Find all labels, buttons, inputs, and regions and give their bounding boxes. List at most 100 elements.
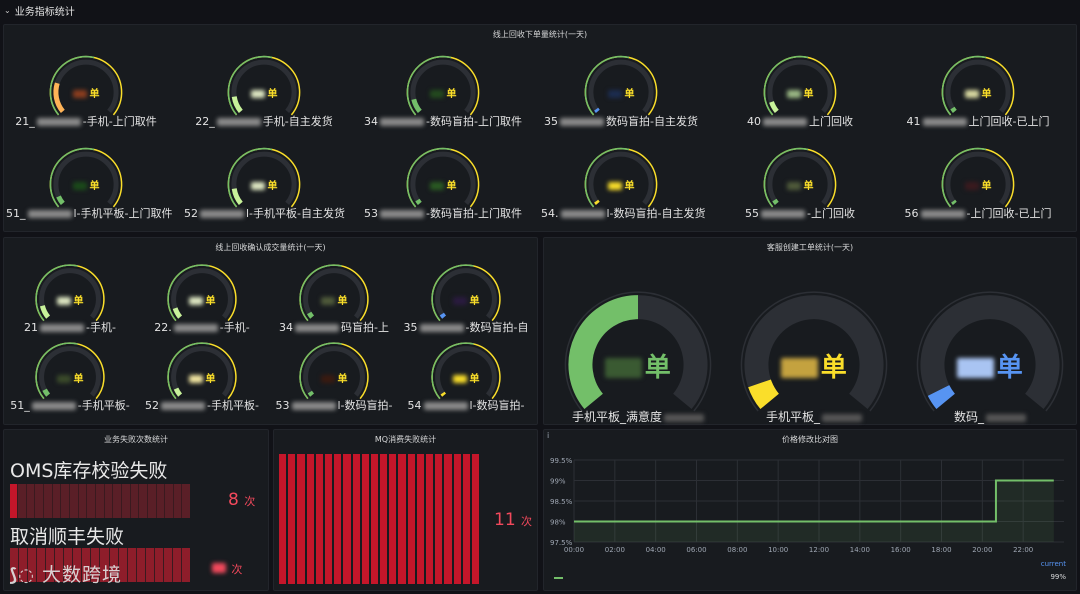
gauge: 单 51_ -手机平板-	[10, 336, 130, 412]
gauge-value: 单	[428, 292, 504, 307]
x-tick-label: 04:00	[646, 546, 666, 554]
redacted-value	[72, 90, 87, 99]
gauge-label: 41 上门回收-已上门	[906, 115, 1050, 128]
gauge-value: 单	[554, 347, 722, 384]
y-tick-label: 99.5%	[550, 457, 573, 465]
x-tick-label: 00:00	[564, 546, 584, 554]
gauge-value: 单	[224, 85, 304, 100]
redacted-value	[188, 375, 203, 384]
x-tick-label: 14:00	[850, 546, 870, 554]
mq-bar-segment	[435, 454, 443, 584]
x-tick-label: 02:00	[605, 546, 625, 554]
panel-mq: MQ消费失败统计 11 次	[273, 429, 538, 591]
gauge-unit: 单	[820, 352, 847, 383]
row-header[interactable]: ⌄ 业务指标统计	[0, 0, 1080, 20]
panel-price-chart: i 价格修改比对图 99.5% 99% 98.5% 98% 97.5% 00:00 02:0…	[543, 429, 1077, 591]
gauge: 单 34 -数码盲拍-上门取件	[364, 49, 522, 129]
legend-header: current	[1040, 560, 1066, 568]
gauge: 单数码_	[906, 274, 1074, 442]
row-title: 业务指标统计	[14, 6, 75, 18]
x-tick-label: 10:00	[768, 546, 788, 554]
gauge: 单 41 上门回收-已上门	[907, 49, 1049, 129]
mq-bar-segment	[462, 454, 470, 584]
redacted-value	[786, 182, 801, 191]
gauge-label: 55 -上门回收	[745, 207, 855, 220]
y-tick-label: 99%	[550, 478, 566, 486]
panel-tickets: 客服创建工单统计(一天) 单手机平板_满意度单手机平板_ 单数码_	[543, 237, 1077, 425]
panel-title[interactable]: 客服创建工单统计(一天)	[544, 242, 1076, 253]
gauge: 单 52 l-手机平板-自主发货	[184, 141, 345, 221]
gauge-value: 单	[403, 177, 483, 192]
mq-bar-segment	[370, 454, 379, 584]
gauge-value: 单	[46, 85, 126, 100]
gauge: 单 53 l-数码盲拍-	[276, 336, 393, 412]
legend-value: 99%	[1050, 573, 1066, 581]
gauge-value: 单	[296, 292, 372, 307]
panel-title[interactable]: 业务失败次数统计	[4, 434, 268, 445]
panel-title[interactable]: 线上回收确认成交量统计(一天)	[4, 242, 537, 253]
mq-bar-segment	[453, 454, 461, 584]
gauge-value: 单	[730, 347, 898, 384]
gauge: 单 55 -上门回收	[745, 141, 855, 221]
redacted-value	[72, 182, 87, 191]
mq-bar-segment	[324, 454, 333, 584]
gauge-unit: 单	[803, 89, 814, 101]
gauge: 单 21_ -手机-上门取件	[15, 49, 157, 129]
x-tick-label: 22:00	[1013, 546, 1033, 554]
gauge-value: 单	[224, 177, 304, 192]
gauge-unit: 单	[981, 181, 992, 193]
gauge-unit: 单	[624, 89, 635, 101]
redacted-value	[607, 182, 622, 191]
redacted-value	[957, 357, 994, 379]
gauge-label: 51_ l-手机平板-上门取件	[6, 207, 173, 220]
panel-title[interactable]: 线上回收下单量统计(一天)	[4, 29, 1076, 40]
mq-bar-segment	[471, 454, 480, 584]
gauge-unit: 单	[205, 374, 216, 386]
x-tick-label: 18:00	[931, 546, 951, 554]
gauge-label: 40 上门回收	[747, 115, 853, 128]
gauge-unit: 单	[981, 89, 992, 101]
gauge-value: 单	[938, 85, 1018, 100]
gauge-unit: 单	[73, 374, 84, 386]
mq-bar-segment	[380, 454, 388, 584]
watermark-logo: ⟆◌ 大数跨境	[9, 564, 122, 586]
gauge-label: 35 数码盲拍-自主发货	[544, 115, 698, 128]
logo-icon: ⟆◌	[9, 565, 35, 586]
chevron-down-icon[interactable]: ⌄	[4, 6, 11, 15]
gauge-label: 52 l-手机平板-自主发货	[184, 207, 345, 220]
gauge-value: 单	[906, 347, 1074, 384]
stat-value: 次	[212, 558, 242, 578]
gauge-unit: 单	[624, 181, 635, 193]
gauge-unit: 单	[89, 89, 100, 101]
gauge-value: 单	[296, 370, 372, 385]
gauge-value: 单	[760, 177, 840, 192]
gauge-label: 22_ 手机-自主发货	[195, 115, 333, 128]
gauge: 单 54 l-数码盲拍-	[408, 336, 525, 412]
gauge-value: 单	[760, 85, 840, 100]
panel-orders: 线上回收下单量统计(一天) 单 21_ -手机-上门取件单 22_ 手机-自主发货单 34…	[3, 24, 1077, 232]
gauge: 单 35 -数码盲拍-自	[404, 258, 528, 334]
gauge-unit: 单	[337, 296, 348, 308]
gauge: 单 21 -手机-	[24, 258, 116, 334]
mq-bar-segment	[334, 454, 342, 584]
gauge-unit: 单	[469, 374, 480, 386]
mq-bar-segment	[297, 454, 305, 584]
gauge: 单 22_ 手机-自主发货	[195, 49, 333, 129]
gauge: 单 54. l-数码盲拍-自主发货	[541, 141, 706, 221]
legend-series-marker	[554, 577, 563, 579]
mq-bar-segment	[288, 454, 296, 584]
gauge-unit: 单	[446, 181, 457, 193]
gauge-value: 单	[46, 177, 126, 192]
panel-title[interactable]: MQ消费失败统计	[274, 434, 537, 445]
gauge: 单 56 -上门回收-已上门	[905, 141, 1051, 221]
gauge-unit: 单	[205, 296, 216, 308]
x-tick-label: 08:00	[727, 546, 747, 554]
gauge-value: 单	[164, 370, 240, 385]
mq-bar-segment	[315, 454, 323, 584]
gauge: 单 34 码盲拍-上	[279, 258, 389, 334]
mq-bar-segment	[279, 454, 287, 584]
redacted-value	[320, 375, 335, 384]
gauge-unit: 单	[446, 89, 457, 101]
gauge-unit: 单	[803, 181, 814, 193]
gauge-value: 单	[32, 370, 108, 385]
